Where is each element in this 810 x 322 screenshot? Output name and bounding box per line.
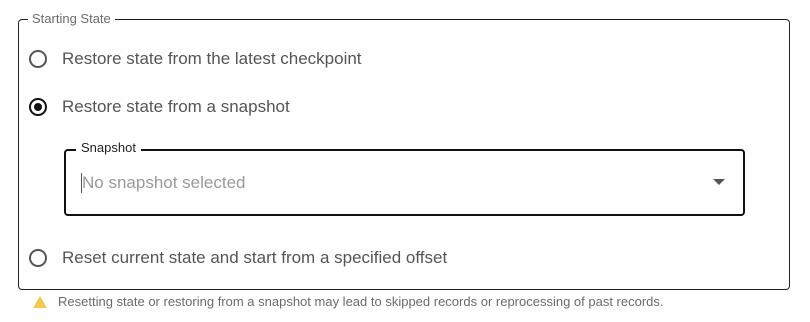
option-latest-checkpoint-label: Restore state from the latest checkpoint <box>62 49 362 68</box>
option-restore-snapshot-label: Restore state from a snapshot <box>62 97 290 116</box>
starting-state-legend: Starting State <box>28 11 115 27</box>
text-caret <box>81 173 82 193</box>
snapshot-select-placeholder: No snapshot selected <box>82 173 246 192</box>
warning-icon <box>33 296 47 308</box>
radio-latest-checkpoint[interactable] <box>29 50 47 68</box>
radio-restore-snapshot[interactable] <box>29 98 47 116</box>
option-latest-checkpoint[interactable]: Restore state from the latest checkpoint <box>29 47 362 71</box>
radio-reset-offset[interactable] <box>29 249 47 267</box>
snapshot-select-label: Snapshot <box>76 140 141 156</box>
option-restore-snapshot[interactable]: Restore state from a snapshot <box>29 95 290 119</box>
option-reset-offset-label: Reset current state and start from a spe… <box>62 248 448 267</box>
chevron-down-icon[interactable] <box>713 179 725 185</box>
warning-text: Resetting state or restoring from a snap… <box>58 294 664 309</box>
option-reset-offset[interactable]: Reset current state and start from a spe… <box>29 246 447 270</box>
